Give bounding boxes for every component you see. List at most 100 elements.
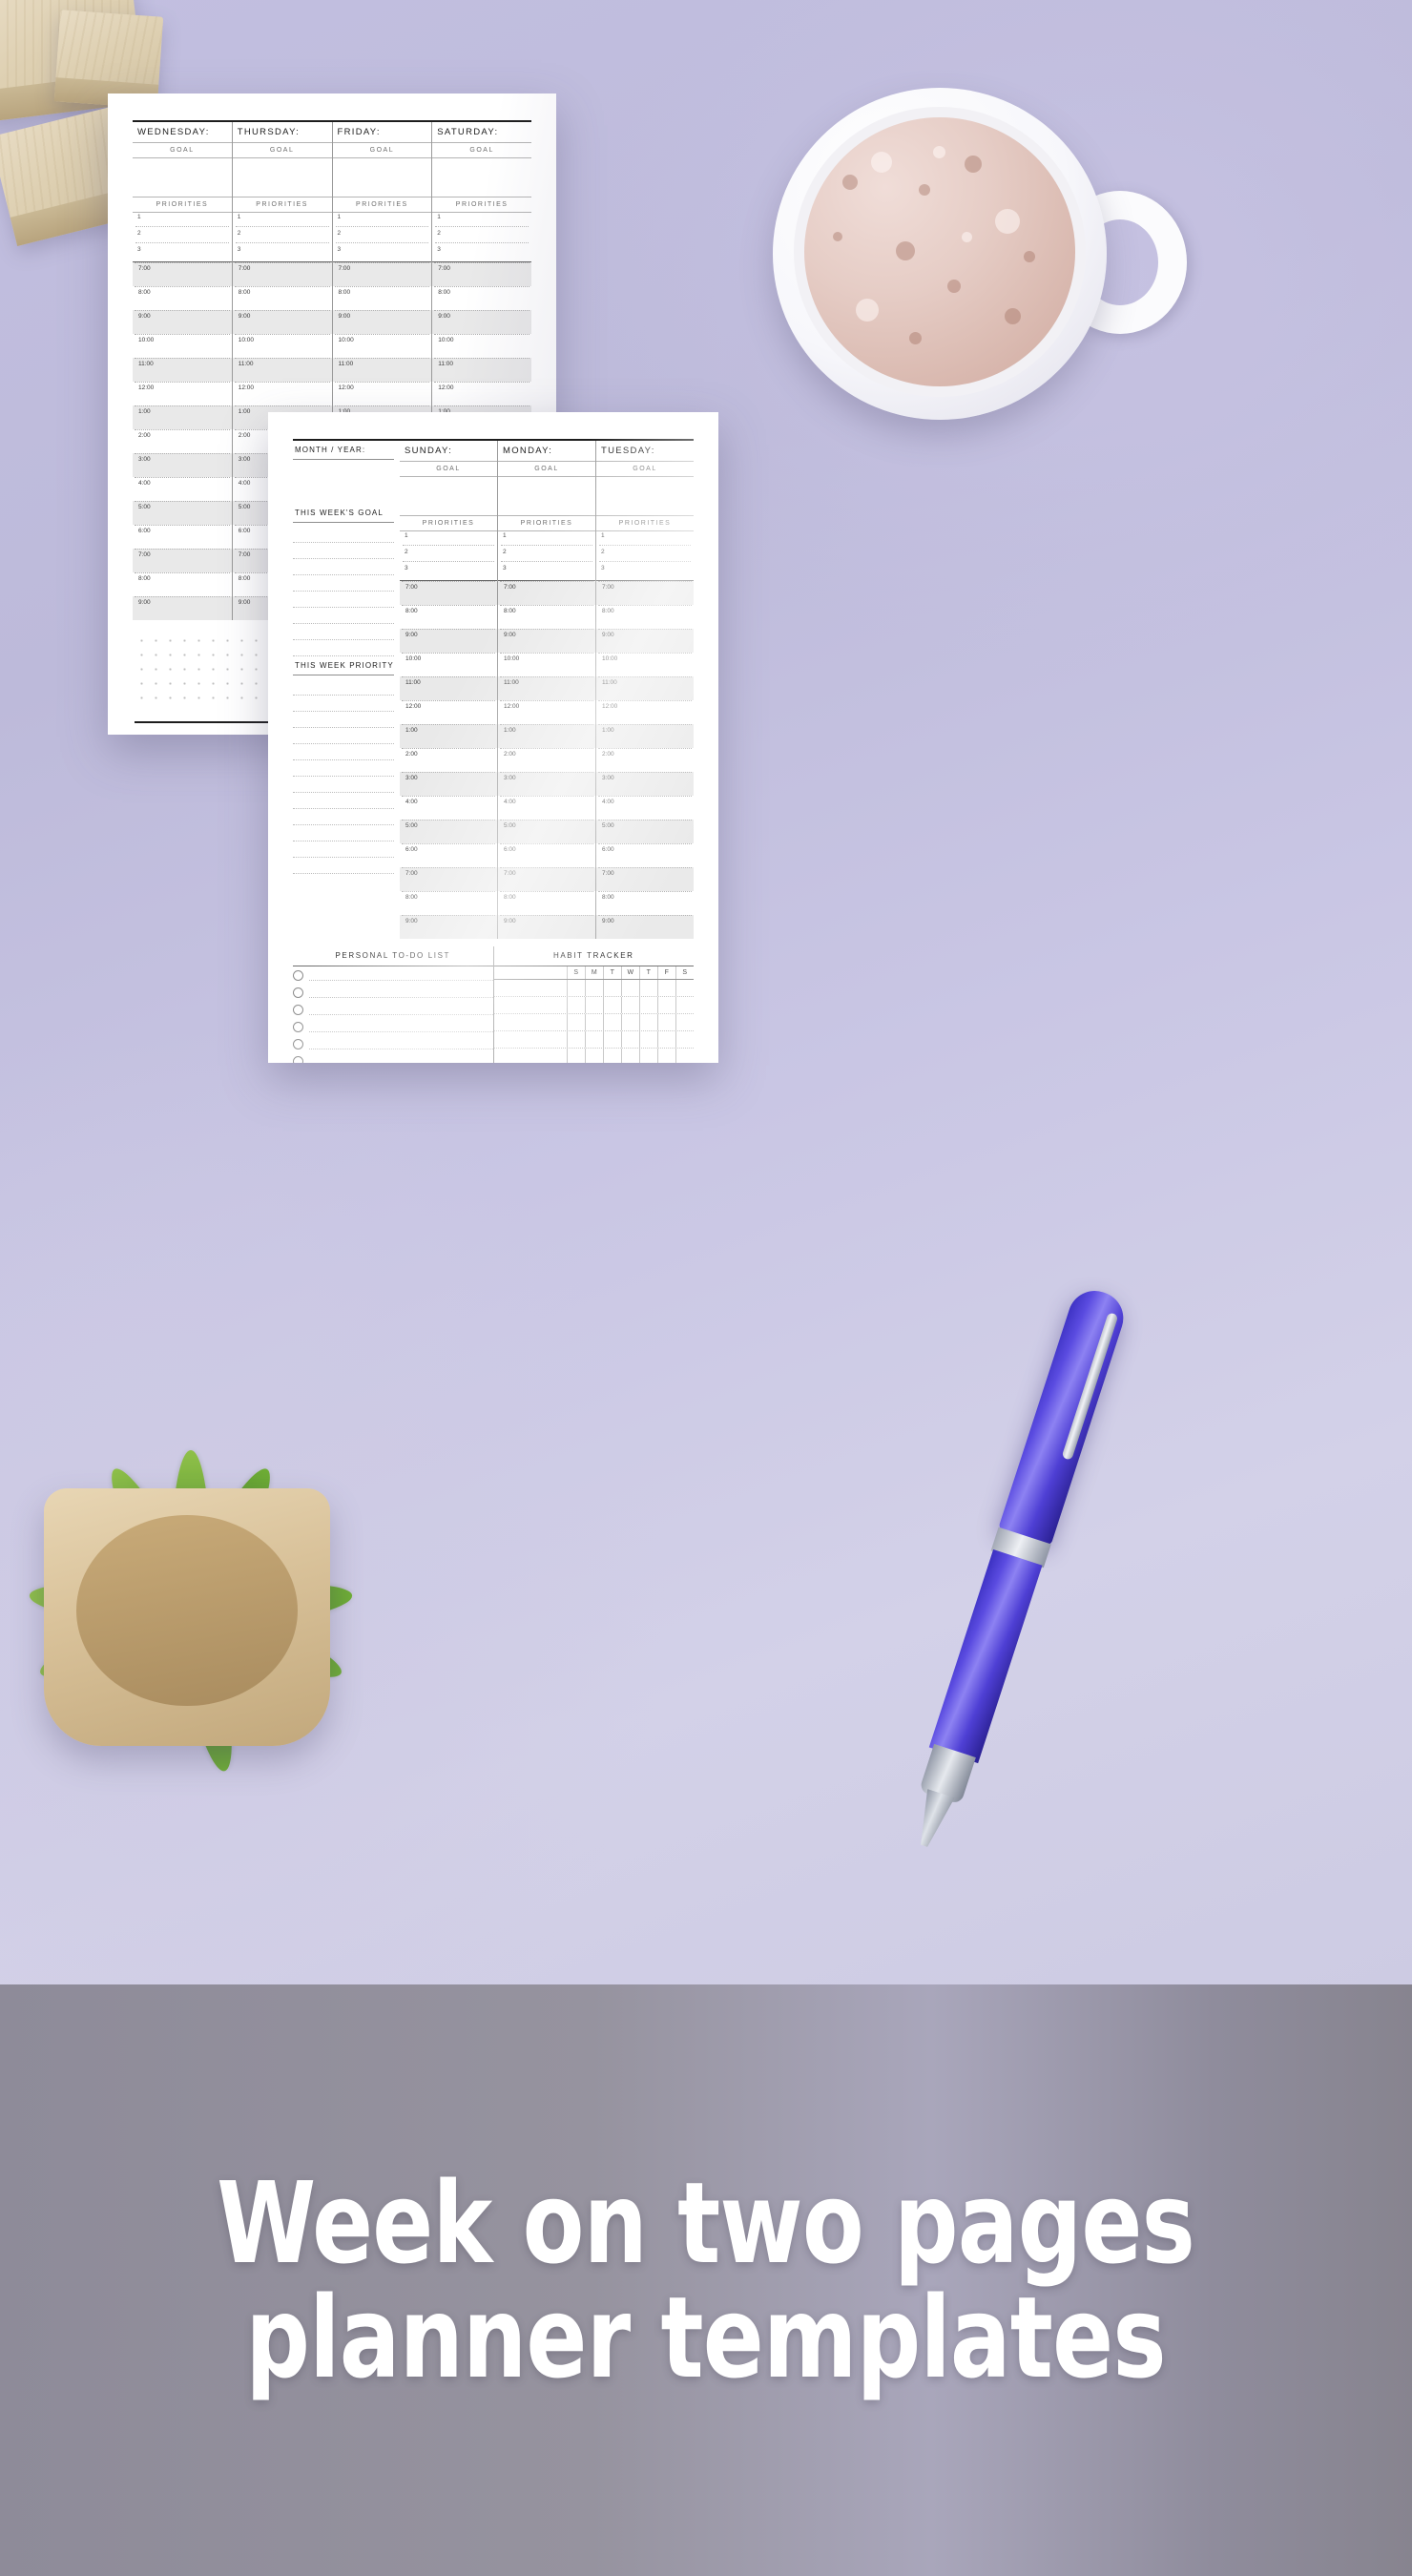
sidebar-write-line[interactable] (293, 793, 394, 809)
habit-check-cell[interactable] (639, 1049, 657, 1063)
todo-row[interactable] (293, 1052, 493, 1063)
hour-row[interactable]: 8:00 (400, 605, 497, 629)
hour-row[interactable]: 10:00 (333, 334, 432, 358)
habit-check-cell[interactable] (675, 997, 694, 1013)
priority-row[interactable]: 3 (432, 245, 531, 261)
habit-name-cell[interactable] (494, 1031, 568, 1048)
hour-row[interactable]: 7:00 (498, 867, 595, 891)
habit-check-cell[interactable] (603, 1014, 621, 1030)
hour-row[interactable]: 4:00 (133, 477, 232, 501)
hour-row[interactable]: 12:00 (596, 700, 694, 724)
todo-write-line[interactable] (309, 970, 493, 981)
hour-row[interactable]: 12:00 (233, 382, 332, 405)
hour-row[interactable]: 9:00 (332, 310, 432, 334)
hour-row[interactable]: 6:00 (596, 843, 694, 867)
priority-row[interactable]: 1 (400, 531, 497, 548)
hour-row[interactable]: 10:00 (233, 334, 332, 358)
habit-check-cell[interactable] (621, 1049, 639, 1063)
hour-row[interactable]: 5:00 (133, 501, 232, 525)
checkbox-circle-icon[interactable] (293, 1038, 303, 1049)
hour-row[interactable]: 8:00 (133, 286, 232, 310)
hour-row[interactable]: 10:00 (432, 334, 531, 358)
priority-row[interactable]: 2 (333, 229, 432, 245)
priority-row[interactable]: 1 (498, 531, 595, 548)
hour-row[interactable]: 12:00 (498, 700, 595, 724)
hour-row[interactable]: 2:00 (596, 748, 694, 772)
priority-row[interactable]: 1 (333, 213, 432, 229)
hour-row[interactable]: 2:00 (133, 429, 232, 453)
habit-check-cell[interactable] (603, 1049, 621, 1063)
hour-row[interactable]: 10:00 (133, 334, 232, 358)
hour-row[interactable]: 11:00 (432, 358, 531, 382)
sidebar-write-line[interactable] (293, 640, 394, 656)
priority-row[interactable]: 2 (400, 548, 497, 564)
habit-check-cell[interactable] (639, 1014, 657, 1030)
habit-check-cell[interactable] (585, 980, 603, 996)
hour-row[interactable]: 9:00 (596, 629, 694, 653)
sidebar-write-line[interactable] (293, 559, 394, 575)
hour-row[interactable]: 3:00 (596, 772, 694, 796)
goal-write-area[interactable] (133, 158, 232, 197)
habit-row[interactable] (493, 1031, 694, 1049)
goal-write-area[interactable] (432, 158, 531, 197)
sidebar-write-line[interactable] (293, 728, 394, 744)
goal-write-area[interactable] (498, 477, 595, 515)
hour-row[interactable]: 1:00 (596, 724, 694, 748)
hour-row[interactable]: 6:00 (400, 843, 497, 867)
habit-check-cell[interactable] (621, 997, 639, 1013)
priority-row[interactable]: 2 (498, 548, 595, 564)
hour-row[interactable]: 3:00 (400, 772, 497, 796)
habit-name-cell[interactable] (494, 1049, 568, 1063)
hour-row[interactable]: 3:00 (133, 453, 232, 477)
hour-row[interactable]: 8:00 (333, 286, 432, 310)
hour-row[interactable]: 11:00 (400, 676, 497, 700)
habit-check-cell[interactable] (657, 1049, 675, 1063)
hour-row[interactable]: 7:00 (400, 867, 497, 891)
habit-check-cell[interactable] (621, 980, 639, 996)
habit-check-cell[interactable] (621, 1014, 639, 1030)
sidebar-write-line[interactable] (293, 744, 394, 760)
priority-row[interactable]: 1 (133, 213, 232, 229)
hour-row[interactable]: 9:00 (133, 596, 232, 620)
hour-row[interactable]: 11:00 (332, 358, 432, 382)
habit-check-cell[interactable] (585, 997, 603, 1013)
hour-row[interactable]: 7:00 (133, 262, 232, 286)
priority-row[interactable]: 2 (596, 548, 694, 564)
hour-row[interactable]: 10:00 (498, 653, 595, 676)
hour-row[interactable]: 4:00 (400, 796, 497, 820)
hour-row[interactable]: 9:00 (432, 310, 531, 334)
hour-row[interactable]: 7:00 (133, 549, 232, 572)
hour-row[interactable]: 9:00 (596, 915, 694, 939)
habit-row[interactable] (494, 1049, 695, 1063)
priority-row[interactable]: 1 (596, 531, 694, 548)
priority-row[interactable]: 2 (133, 229, 232, 245)
hour-row[interactable]: 8:00 (596, 891, 694, 915)
todo-write-line[interactable] (309, 1056, 493, 1064)
priority-row[interactable]: 3 (233, 245, 332, 261)
hour-row[interactable]: 8:00 (498, 891, 595, 915)
hour-row[interactable]: 9:00 (498, 629, 595, 653)
hour-row[interactable]: 8:00 (133, 572, 232, 596)
sidebar-write-line[interactable] (293, 809, 394, 825)
habit-check-cell[interactable] (567, 1049, 585, 1063)
hour-row[interactable]: 11:00 (133, 358, 232, 382)
todo-row[interactable] (293, 1018, 493, 1035)
sidebar-write-line[interactable] (293, 624, 394, 640)
month-year-label[interactable]: MONTH / YEAR: (293, 441, 394, 459)
checkbox-circle-icon[interactable] (293, 969, 303, 981)
priority-row[interactable]: 1 (233, 213, 332, 229)
hour-row[interactable]: 12:00 (333, 382, 432, 405)
habit-check-cell[interactable] (657, 1031, 675, 1048)
habit-check-cell[interactable] (603, 1031, 621, 1048)
sidebar-write-line[interactable] (293, 527, 394, 543)
habit-check-cell[interactable] (603, 997, 621, 1013)
hour-row[interactable]: 9:00 (498, 915, 595, 939)
goal-write-area[interactable] (333, 158, 432, 197)
habit-check-cell[interactable] (675, 980, 694, 996)
habit-check-cell[interactable] (657, 1014, 675, 1030)
hour-row[interactable]: 4:00 (498, 796, 595, 820)
habit-check-cell[interactable] (567, 997, 585, 1013)
checkbox-circle-icon[interactable] (293, 1055, 303, 1063)
sidebar-write-line[interactable] (293, 777, 394, 793)
sidebar-write-line[interactable] (293, 760, 394, 777)
